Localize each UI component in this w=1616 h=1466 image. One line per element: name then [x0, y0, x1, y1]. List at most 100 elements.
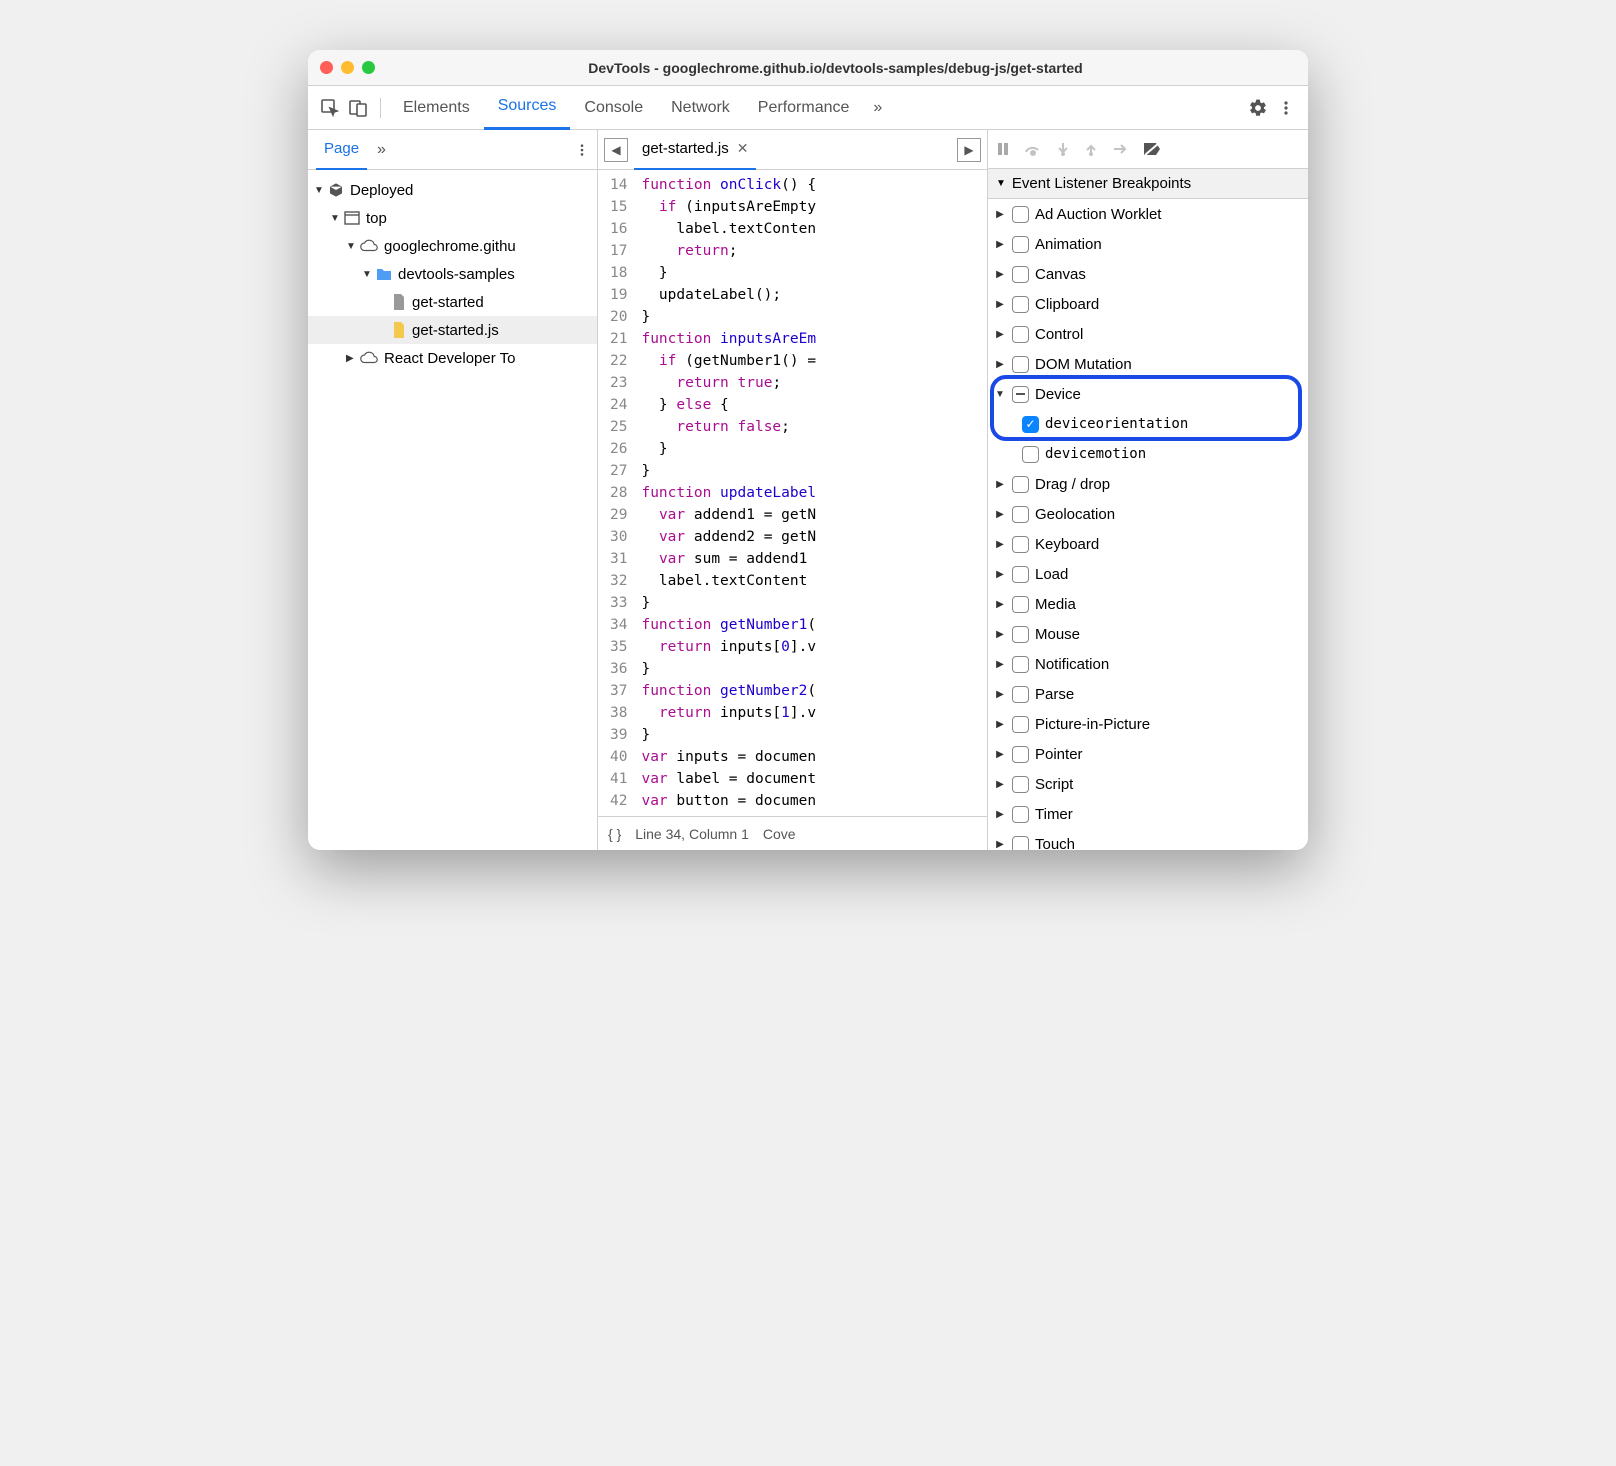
- editor-pane: ◀ get-started.js ✕ ▶ 1415161718192021222…: [598, 130, 988, 850]
- minimize-window-button[interactable]: [341, 61, 354, 74]
- bp-category[interactable]: ▶Media: [988, 589, 1308, 619]
- step-into-icon[interactable]: [1056, 142, 1070, 156]
- checkbox[interactable]: [1022, 446, 1039, 463]
- divider: [380, 98, 381, 118]
- kebab-menu-icon[interactable]: [1272, 94, 1300, 122]
- checkbox[interactable]: [1012, 536, 1029, 553]
- bp-event[interactable]: ✓deviceorientation: [988, 409, 1308, 439]
- checkbox[interactable]: [1012, 626, 1029, 643]
- event-listener-breakpoints-header[interactable]: ▼ Event Listener Breakpoints: [988, 169, 1308, 199]
- checkbox[interactable]: [1012, 716, 1029, 733]
- tree-file-html[interactable]: get-started: [308, 288, 597, 316]
- tree-top[interactable]: ▼ top: [308, 204, 597, 232]
- checkbox[interactable]: [1012, 836, 1029, 850]
- bp-category[interactable]: ▶Load: [988, 559, 1308, 589]
- pretty-print-icon[interactable]: { }: [608, 826, 621, 842]
- zoom-window-button[interactable]: [362, 61, 375, 74]
- checkbox[interactable]: [1012, 506, 1029, 523]
- settings-gear-icon[interactable]: [1244, 94, 1272, 122]
- bp-category[interactable]: ▶Pointer: [988, 739, 1308, 769]
- tree-deployed[interactable]: ▼ Deployed: [308, 176, 597, 204]
- debugger-pane: ▼ Event Listener Breakpoints ▶Ad Auction…: [988, 130, 1308, 850]
- navigator-more-icon[interactable]: »: [367, 141, 396, 159]
- bp-category[interactable]: ▶Drag / drop: [988, 469, 1308, 499]
- panel-tab-console[interactable]: Console: [570, 86, 657, 130]
- bp-category[interactable]: ▶Notification: [988, 649, 1308, 679]
- close-window-button[interactable]: [320, 61, 333, 74]
- debug-toolbar: [988, 130, 1308, 169]
- file-tab[interactable]: get-started.js ✕: [634, 130, 756, 170]
- checkbox[interactable]: [1012, 596, 1029, 613]
- bp-category[interactable]: ▶Script: [988, 769, 1308, 799]
- file-tree: ▼ Deployed ▼ top ▼ googlechrome.githu ▼ …: [308, 170, 597, 378]
- traffic-lights: [320, 61, 375, 74]
- step-icon[interactable]: [1112, 143, 1128, 155]
- tree-file-js[interactable]: get-started.js: [308, 316, 597, 344]
- window-title: DevTools - googlechrome.github.io/devtoo…: [375, 60, 1296, 76]
- checkbox[interactable]: [1012, 206, 1029, 223]
- navigator-kebab-icon[interactable]: [575, 143, 589, 157]
- bp-category[interactable]: ▶Clipboard: [988, 289, 1308, 319]
- bp-category[interactable]: ▶Control: [988, 319, 1308, 349]
- close-tab-icon[interactable]: ✕: [737, 140, 749, 157]
- pause-icon[interactable]: [996, 142, 1010, 156]
- nav-next-icon[interactable]: ▶: [957, 138, 981, 162]
- bp-event[interactable]: devicemotion: [988, 439, 1308, 469]
- panel-tab-network[interactable]: Network: [657, 86, 744, 130]
- editor-tabbar: ◀ get-started.js ✕ ▶: [598, 130, 987, 170]
- tree-folder[interactable]: ▼ devtools-samples: [308, 260, 597, 288]
- bp-category[interactable]: ▶Touch: [988, 829, 1308, 850]
- checkbox[interactable]: [1012, 266, 1029, 283]
- panel-tab-sources[interactable]: Sources: [484, 86, 571, 130]
- devtools-window: DevTools - googlechrome.github.io/devtoo…: [308, 50, 1308, 850]
- bp-category[interactable]: ▶Timer: [988, 799, 1308, 829]
- bp-category[interactable]: ▶Ad Auction Worklet: [988, 199, 1308, 229]
- panel-tab-elements[interactable]: Elements: [389, 86, 484, 130]
- bp-category[interactable]: ▶Animation: [988, 229, 1308, 259]
- checkbox[interactable]: [1012, 326, 1029, 343]
- checkbox[interactable]: [1012, 776, 1029, 793]
- navigator-tabs: Page »: [308, 130, 597, 170]
- device-toggle-icon[interactable]: [344, 94, 372, 122]
- bp-category[interactable]: ▶Geolocation: [988, 499, 1308, 529]
- bp-category[interactable]: ▶Picture-in-Picture: [988, 709, 1308, 739]
- inspect-icon[interactable]: [316, 94, 344, 122]
- bp-category[interactable]: ▶Canvas: [988, 259, 1308, 289]
- tree-origin[interactable]: ▼ googlechrome.githu: [308, 232, 597, 260]
- line-gutter: 1415161718192021222324252627282930313233…: [598, 170, 635, 816]
- panel-tab-performance[interactable]: Performance: [744, 86, 864, 130]
- checkbox[interactable]: [1012, 806, 1029, 823]
- tree-extension[interactable]: ▶ React Developer To: [308, 344, 597, 372]
- checkbox[interactable]: [1012, 296, 1029, 313]
- deactivate-breakpoints-icon[interactable]: [1142, 141, 1162, 157]
- bp-category[interactable]: ▶Mouse: [988, 619, 1308, 649]
- checkbox[interactable]: [1012, 566, 1029, 583]
- coverage-label: Cove: [763, 826, 796, 842]
- navigator-tab-page[interactable]: Page: [316, 130, 367, 170]
- checkbox[interactable]: [1012, 236, 1029, 253]
- checkbox[interactable]: [1012, 656, 1029, 673]
- panel-body: Page » ▼ Deployed ▼ top ▼ googlechrome.g…: [308, 130, 1308, 850]
- code-editor[interactable]: 1415161718192021222324252627282930313233…: [598, 170, 987, 816]
- titlebar: DevTools - googlechrome.github.io/devtoo…: [308, 50, 1308, 86]
- code-content[interactable]: function onClick() { if (inputsAreEmpty …: [635, 170, 816, 816]
- checkbox[interactable]: [1012, 686, 1029, 703]
- checkbox[interactable]: [1012, 476, 1029, 493]
- checkbox[interactable]: ✓: [1022, 416, 1039, 433]
- checkbox[interactable]: [1012, 746, 1029, 763]
- bp-category[interactable]: ▼Device: [988, 379, 1308, 409]
- navigator-sidebar: Page » ▼ Deployed ▼ top ▼ googlechrome.g…: [308, 130, 598, 850]
- step-over-icon[interactable]: [1024, 142, 1042, 156]
- bp-category[interactable]: ▶DOM Mutation: [988, 349, 1308, 379]
- checkbox[interactable]: [1012, 356, 1029, 373]
- nav-prev-icon[interactable]: ◀: [604, 138, 628, 162]
- bp-category[interactable]: ▶Parse: [988, 679, 1308, 709]
- bp-category[interactable]: ▶Keyboard: [988, 529, 1308, 559]
- checkbox[interactable]: [1012, 386, 1029, 403]
- step-out-icon[interactable]: [1084, 142, 1098, 156]
- cursor-position: Line 34, Column 1: [635, 826, 749, 842]
- more-tabs-chevron-icon[interactable]: »: [863, 99, 892, 117]
- editor-statusbar: { } Line 34, Column 1 Cove: [598, 816, 987, 850]
- main-tabbar: ElementsSourcesConsoleNetworkPerformance…: [308, 86, 1308, 130]
- breakpoint-category-list: ▶Ad Auction Worklet▶Animation▶Canvas▶Cli…: [988, 199, 1308, 850]
